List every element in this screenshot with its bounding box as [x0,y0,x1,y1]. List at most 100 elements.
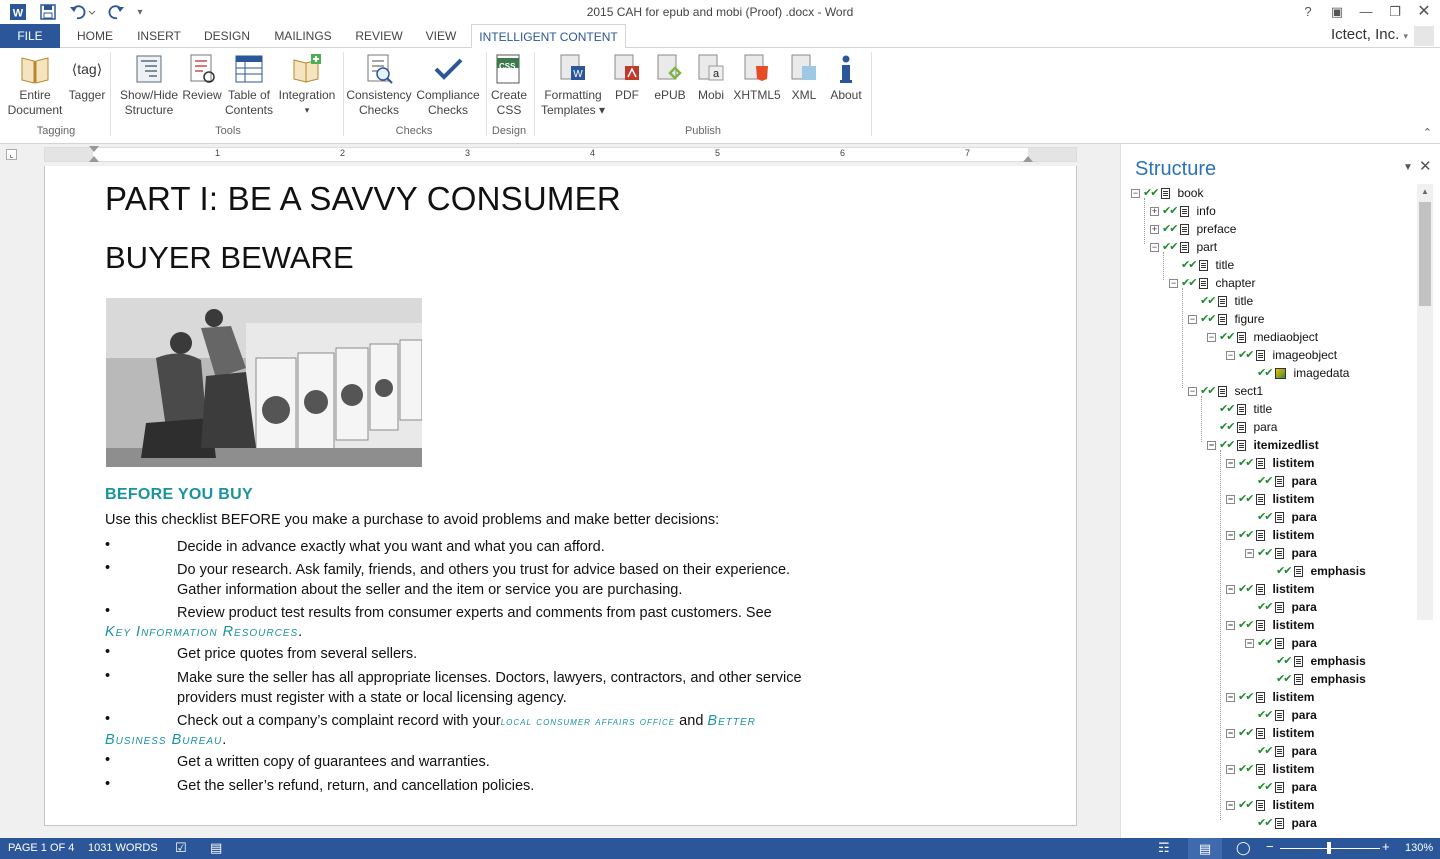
tree-node[interactable]: − ✔✔ sect1 [1188,382,1263,400]
review-button[interactable]: Review [180,52,224,103]
tree-node[interactable]: − ✔✔ listitem [1226,760,1314,778]
right-indent-marker[interactable] [1023,156,1033,162]
tagger-button[interactable]: ⟨tag⟩ Tagger [66,52,108,103]
tab-mailings[interactable]: MAILINGS [266,24,340,48]
tree-node[interactable]: − ✔✔ figure [1188,310,1264,328]
tree-node[interactable]: + ✔✔ info [1150,202,1216,220]
scroll-up-icon[interactable]: ▲ [1421,187,1429,196]
read-mode-icon[interactable]: ☶ [1158,840,1170,856]
zoom-level[interactable]: 130% [1405,842,1433,854]
tab-intelligent-content[interactable]: INTELLIGENT CONTENT [471,24,626,49]
tree-node[interactable]: − ✔✔ listitem [1226,616,1314,634]
expand-icon[interactable]: + [1150,224,1159,234]
hanging-indent-marker[interactable] [89,156,99,162]
collapse-icon[interactable]: − [1226,530,1235,540]
proofing-icon[interactable]: ☑ [175,840,187,856]
zoom-slider-thumb[interactable] [1327,842,1331,854]
zoom-in-icon[interactable]: + [1382,839,1390,854]
link-local-consumer-affairs-office[interactable]: local consumer affairs office [501,714,675,728]
intro-paragraph[interactable]: Use this checklist BEFORE you make a pur… [105,512,719,528]
collapse-icon[interactable]: − [1245,638,1254,648]
tree-node[interactable]: − ✔✔ listitem [1226,688,1314,706]
tree-node[interactable]: ✔✔ para [1245,742,1317,760]
collapse-icon[interactable]: − [1188,386,1197,396]
xml-button[interactable]: XML [788,52,820,103]
expand-icon[interactable]: + [1150,206,1159,216]
tab-review[interactable]: REVIEW [348,24,410,48]
xhtml5-button[interactable]: XHTML5 [732,52,782,103]
tree-node[interactable]: − ✔✔ listitem [1226,490,1314,508]
page-count[interactable]: PAGE 1 OF 4 [8,842,74,854]
entire-document-button[interactable]: Entire Document [6,52,64,118]
tree-node[interactable]: + ✔✔ preface [1150,220,1236,238]
collapse-icon[interactable]: − [1207,332,1216,342]
collapse-icon[interactable]: − [1226,692,1235,702]
table-of-contents-button[interactable]: Table of Contents [225,52,273,118]
tree-node[interactable]: − ✔✔ part [1150,238,1217,256]
consistency-checks-button[interactable]: Consistency Checks [346,52,412,118]
tab-selector-icon[interactable]: ⌞ [6,149,17,160]
compliance-checks-button[interactable]: Compliance Checks [414,52,482,118]
about-button[interactable]: About [826,52,866,103]
tree-node[interactable]: ✔✔ para [1245,508,1317,526]
structure-tree[interactable]: − ✔✔ book + ✔✔ info + ✔✔ preface − ✔✔ part ✔✔ title − ✔… [1121,184,1417,834]
collapse-icon[interactable]: − [1226,494,1235,504]
tab-design[interactable]: DESIGN [196,24,258,48]
collapse-icon[interactable]: − [1226,350,1235,360]
collapse-icon[interactable]: − [1150,242,1159,252]
avatar[interactable] [1414,26,1434,46]
heading-part[interactable]: PART I: BE A SAVVY CONSUMER [105,180,621,218]
collapse-icon[interactable]: − [1188,314,1197,324]
collapse-icon[interactable]: − [1226,458,1235,468]
tree-node[interactable]: − ✔✔ listitem [1226,454,1314,472]
collapse-icon[interactable]: − [1226,728,1235,738]
create-css-button[interactable]: CSS Create CSS [488,52,530,118]
document-page[interactable]: PART I: BE A SAVVY CONSUMER BUYER BEWARE [44,166,1077,826]
tree-node[interactable]: ✔✔ emphasis [1264,562,1366,580]
pdf-button[interactable]: PDF [610,52,644,103]
tab-home[interactable]: HOME [68,24,122,48]
collapse-icon[interactable]: − [1131,188,1140,198]
word-count[interactable]: 1031 WORDS [88,842,158,854]
link-better-business-bureau[interactable]: Better [707,713,755,729]
tab-insert[interactable]: INSERT [130,24,188,48]
tree-node[interactable]: ✔✔ imagedata [1245,364,1349,382]
formatting-templates-button[interactable]: W Formatting Templates ▾ [538,52,608,118]
tree-node[interactable]: − ✔✔ listitem [1226,526,1314,544]
tree-node[interactable]: ✔✔ para [1245,472,1317,490]
web-layout-icon[interactable]: ◯ [1236,840,1251,856]
tree-node[interactable]: ✔✔ title [1188,292,1253,310]
collapse-icon[interactable]: − [1207,440,1216,450]
tree-node[interactable]: ✔✔ emphasis [1264,652,1366,670]
print-layout-icon[interactable]: ▤ [1188,838,1222,859]
account-name[interactable]: Ictect, Inc. ▾ [1331,26,1408,43]
tree-node[interactable]: − ✔✔ listitem [1226,580,1314,598]
tree-node[interactable]: ✔✔ para [1245,778,1317,796]
tree-node[interactable]: − ✔✔ book [1131,184,1203,202]
tree-node[interactable]: − ✔✔ listitem [1226,724,1314,742]
restore-icon[interactable]: ❐ [1381,2,1409,22]
tree-node[interactable]: ✔✔ para [1245,706,1317,724]
minimize-icon[interactable]: — [1352,2,1380,22]
tree-node[interactable]: ✔✔ para [1245,598,1317,616]
pane-options-icon[interactable]: ▼ [1403,162,1413,173]
macro-icon[interactable]: ▤ [210,840,222,856]
heading-buyer-beware[interactable]: BUYER BEWARE [105,240,354,276]
integration-button[interactable]: Integration ▾ [274,52,340,118]
photo-washing-machines[interactable] [106,298,422,467]
mobi-button[interactable]: a Mobi [694,52,728,103]
collapse-icon[interactable]: − [1245,548,1254,558]
horizontal-ruler[interactable]: 1 2 3 4 5 6 7 [44,146,1077,162]
tree-node[interactable]: ✔✔ para [1207,418,1277,436]
structure-scrollbar[interactable]: ▲ [1417,184,1433,620]
tree-node[interactable]: ✔✔ emphasis [1264,670,1366,688]
collapse-ribbon-icon[interactable]: ⌃ [1423,126,1432,139]
help-button[interactable]: ? [1294,2,1322,22]
link-key-information-resources[interactable]: Key Information Resources [105,624,298,640]
close-icon[interactable]: ✕ [1410,2,1438,22]
collapse-icon[interactable]: − [1226,584,1235,594]
epub-button[interactable]: ePUB [650,52,690,103]
tree-node[interactable]: ✔✔ title [1169,256,1234,274]
ribbon-display-options-icon[interactable]: ▣ [1323,2,1351,22]
tree-node[interactable]: ✔✔ para [1245,814,1317,832]
